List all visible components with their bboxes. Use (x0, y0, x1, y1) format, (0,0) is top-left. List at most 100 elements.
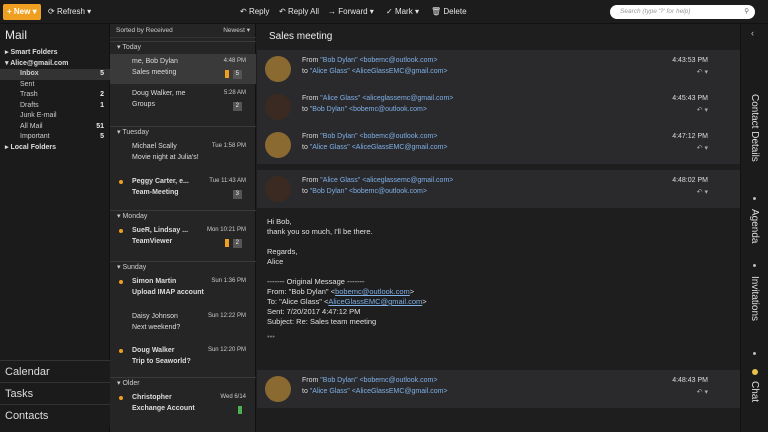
message-time: Tue 1:58 PM (211, 143, 246, 149)
mark-button[interactable]: ✓ Mark ▾ (386, 0, 419, 24)
flag-icon[interactable] (238, 406, 242, 414)
group-header[interactable]: ▾ Monday (110, 210, 256, 222)
delete-button[interactable]: 🗑 Delete (431, 0, 467, 24)
folder-drafts[interactable]: Drafts 1 (0, 101, 110, 112)
folder-junk[interactable]: Junk E-mail (0, 111, 110, 122)
list-item[interactable]: Peggy Carter, e... Tue 11:43 AM Team-Mee… (110, 174, 256, 204)
group-header[interactable]: ▾ Today (110, 41, 256, 53)
body-text: > (422, 297, 427, 306)
nav-contacts[interactable]: Contacts (0, 404, 110, 426)
tab-contact-details[interactable]: Contact Details (749, 94, 760, 162)
flag-icon[interactable] (225, 70, 229, 78)
folder-label: Important (20, 133, 50, 140)
search-icon[interactable]: ⚲ (744, 5, 749, 19)
refresh-button[interactable]: ⟳ Refresh ▾ (48, 0, 91, 24)
email-header[interactable]: From "Alice Glass" <aliceglassemc@gmail.… (257, 170, 740, 208)
reply-all-button[interactable]: ↶ Reply All (279, 0, 319, 24)
reply-options-icon[interactable]: ↶ ▾ (697, 68, 708, 76)
forward-button[interactable]: → Forward ▾ (328, 0, 374, 24)
email-header[interactable]: From "Bob Dylan" <bobemc@outlook.com> to… (257, 50, 740, 88)
message-from: me, Bob Dylan (132, 58, 178, 65)
group-label: Sunday (122, 264, 147, 271)
folder-count: 1 (100, 101, 104, 109)
email-link[interactable]: bobemc@outlook.com (335, 287, 410, 296)
message-time: Wed 6/14 (220, 394, 246, 400)
from-prefix: From (302, 377, 319, 384)
reply-options-icon[interactable]: ↶ ▾ (697, 106, 708, 114)
collapse-chevron-icon[interactable]: ‹ (751, 28, 754, 38)
body-line: To: "Alice Glass" <AliceGlassEMC@gmail.c… (267, 297, 707, 307)
folder-tree: ▸ Smart Folders ▾ Alice@gmail.com Inbox 5… (0, 48, 110, 153)
tab-invitations[interactable]: Invitations (749, 276, 760, 321)
folder-pane: Mail ▸ Smart Folders ▾ Alice@gmail.com I… (0, 24, 110, 432)
reply-options-icon[interactable]: ↶ ▾ (697, 144, 708, 152)
reply-options-icon[interactable]: ↶ ▾ (697, 188, 708, 196)
folder-label: Trash (20, 91, 38, 98)
nav-tasks[interactable]: Tasks (0, 382, 110, 404)
separator-dot (753, 264, 756, 267)
email-header[interactable]: From "Bob Dylan" <bobemc@outlook.com> to… (257, 126, 740, 164)
avatar (265, 56, 291, 82)
email-to: to "Bob Dylan" <bobemc@outlook.com> (302, 188, 427, 195)
folder-important[interactable]: Important 5 (0, 132, 110, 143)
tab-chat[interactable]: Chat (749, 381, 760, 402)
list-item[interactable]: Christopher Wed 6/14 Exchange Account (110, 390, 256, 420)
to-address[interactable]: "Alice Glass" <AliceGlassEMC@gmail.com> (310, 68, 448, 75)
list-item[interactable]: SueR, Lindsay ... Mon 10:21 PM TeamViewe… (110, 223, 256, 253)
tab-agenda[interactable]: Agenda (749, 209, 760, 243)
to-address[interactable]: "Bob Dylan" <bobemc@outlook.com> (310, 188, 427, 195)
folder-sent[interactable]: Sent (0, 80, 110, 91)
thread-count: 3 (232, 190, 242, 199)
body-line: Hi Bob, (267, 217, 292, 226)
order-label: Newest (223, 27, 245, 34)
email-link[interactable]: AliceGlassEMC@gmail.com (328, 297, 422, 306)
message-subject: Exchange Account (132, 405, 195, 412)
email-header[interactable]: From "Bob Dylan" <bobemc@outlook.com> to… (257, 370, 740, 408)
email-time: 4:48:43 PM (672, 377, 708, 384)
message-from: SueR, Lindsay ... (132, 227, 189, 234)
folder-inbox[interactable]: Inbox 5 (0, 69, 110, 80)
folder-local-folders[interactable]: ▸ Local Folders (0, 143, 110, 154)
folder-account[interactable]: ▾ Alice@gmail.com (0, 59, 110, 70)
reply-button[interactable]: ↶ Reply (240, 0, 269, 24)
message-time: Sun 1:36 PM (211, 278, 246, 284)
group-header[interactable]: ▾ Tuesday (110, 126, 256, 138)
new-button[interactable]: + New ▾ (3, 4, 41, 20)
group-label: Tuesday (122, 129, 149, 136)
from-address[interactable]: "Bob Dylan" <bobemc@outlook.com> (320, 377, 437, 384)
list-item[interactable]: Daisy Johnson Sun 12:22 PM Next weekend? (110, 309, 256, 339)
avatar (265, 94, 291, 120)
to-address[interactable]: "Alice Glass" <AliceGlassEMC@gmail.com> (310, 144, 448, 151)
folder-trash[interactable]: Trash 2 (0, 90, 110, 101)
mail-heading: Mail (5, 28, 28, 42)
list-item[interactable]: Doug Walker Sun 12:20 PM Trip to Seaworl… (110, 343, 256, 373)
quoted-text-toggle[interactable]: ••• (267, 332, 707, 342)
group-header[interactable]: ▾ Older (110, 377, 256, 389)
search-input[interactable]: Search (type '?' for help) ⚲ (610, 5, 755, 19)
avatar (265, 132, 291, 158)
flag-icon[interactable] (225, 239, 229, 247)
sort-order[interactable]: Newest ▾ (223, 24, 250, 38)
list-item[interactable]: Doug Walker, me 5:28 AM Groups 2 (110, 86, 256, 116)
from-address[interactable]: "Alice Glass" <aliceglassemc@gmail.com> (320, 95, 453, 102)
folder-smart-folders[interactable]: ▸ Smart Folders (0, 48, 110, 59)
list-item[interactable]: Michael Scally Tue 1:58 PM Movie night a… (110, 139, 256, 169)
folder-all-mail[interactable]: All Mail 51 (0, 122, 110, 133)
from-address[interactable]: "Alice Glass" <aliceglassemc@gmail.com> (320, 177, 453, 184)
sort-label[interactable]: Sorted by Received (116, 24, 173, 38)
to-address[interactable]: "Bob Dylan" <bobemc@outlook.com> (310, 106, 427, 113)
to-address[interactable]: "Alice Glass" <AliceGlassEMC@gmail.com> (310, 388, 448, 395)
folder-count: 5 (100, 133, 104, 140)
list-item[interactable]: me, Bob Dylan 4:48 PM Sales meeting 5 (110, 54, 256, 84)
body-line: Sent: 7/20/2017 4:47:12 PM (267, 307, 361, 316)
folder-count: 51 (96, 122, 104, 130)
nav-calendar[interactable]: Calendar (0, 360, 110, 382)
reply-options-icon[interactable]: ↶ ▾ (697, 388, 708, 396)
list-item[interactable]: Simon Martin Sun 1:36 PM Upload IMAP acc… (110, 274, 256, 304)
email-from: From "Alice Glass" <aliceglassemc@gmail.… (302, 95, 453, 102)
from-address[interactable]: "Bob Dylan" <bobemc@outlook.com> (320, 57, 437, 64)
email-header[interactable]: From "Alice Glass" <aliceglassemc@gmail.… (257, 88, 740, 126)
from-address[interactable]: "Bob Dylan" <bobemc@outlook.com> (320, 133, 437, 140)
unread-dot-icon (119, 349, 123, 353)
group-header[interactable]: ▾ Sunday (110, 261, 256, 273)
